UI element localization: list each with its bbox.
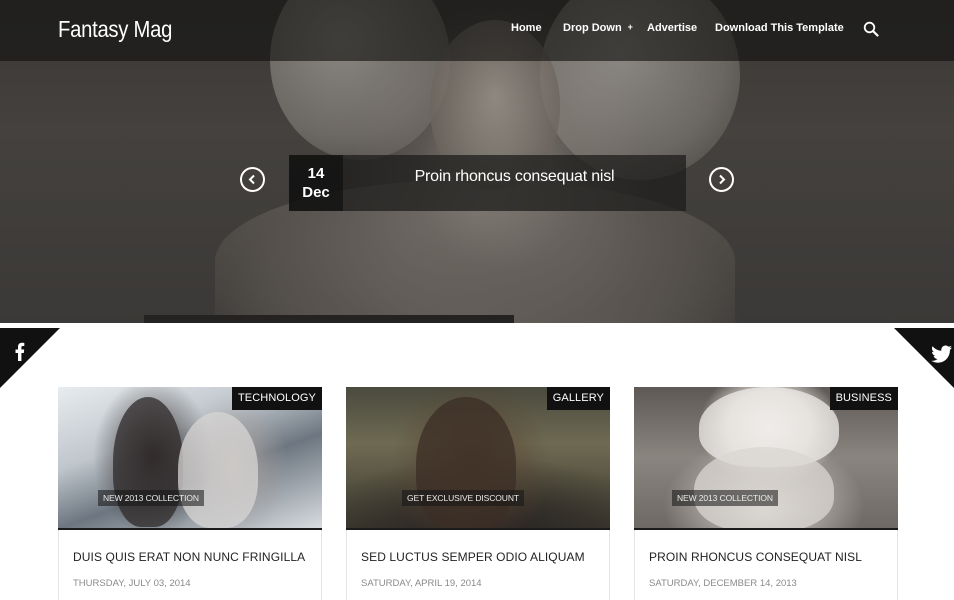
- thumbnail-figure: [416, 397, 516, 528]
- site-logo[interactable]: Fantasy Mag: [58, 16, 172, 43]
- thumbnail-figure: [694, 447, 834, 528]
- post-title[interactable]: SED LUCTUS SEMPER ODIO ALIQUAM: [361, 550, 601, 564]
- slide-date-month: Dec: [302, 184, 330, 201]
- nav-item-advertise[interactable]: Advertise: [647, 22, 697, 34]
- twitter-share-button[interactable]: [894, 328, 954, 388]
- site-header: Fantasy Mag Home Drop Down + Advertise Do…: [0, 0, 954, 61]
- post-title[interactable]: DUIS QUIS ERAT NON NUNC FRINGILLA: [73, 550, 313, 564]
- post-thumbnail[interactable]: TECHNOLOGY NEW 2013 COLLECTION: [58, 387, 322, 530]
- image-overlay-label: NEW 2013 COLLECTION: [672, 490, 778, 506]
- nav-item-label: Download This Template: [715, 22, 844, 34]
- slider-prev-button[interactable]: [240, 167, 265, 192]
- image-overlay-label: GET EXCLUSIVE DISCOUNT: [402, 490, 524, 506]
- post-date: SATURDAY, DECEMBER 14, 2013: [649, 578, 797, 589]
- facebook-share-button[interactable]: [0, 328, 60, 388]
- slide-title[interactable]: Proin rhoncus consequat nisl: [343, 155, 686, 199]
- slider-next-button[interactable]: [709, 167, 734, 192]
- slider-progress-bar: [144, 315, 514, 323]
- post-date: THURSDAY, JULY 03, 2014: [73, 578, 191, 589]
- nav-item-label: Drop Down: [563, 22, 622, 34]
- post-card[interactable]: BUSINESS NEW 2013 COLLECTION PROIN RHONC…: [634, 387, 898, 600]
- thumbnail-figure: [113, 397, 183, 527]
- nav-item-label: Advertise: [647, 22, 698, 34]
- slide-date-box: 14 Dec: [289, 155, 343, 211]
- post-thumbnail[interactable]: GALLERY GET EXCLUSIVE DISCOUNT: [346, 387, 610, 530]
- slide-date-day: 14: [307, 165, 325, 182]
- slide-caption[interactable]: 14 Dec Proin rhoncus consequat nisl: [289, 155, 686, 211]
- category-badge[interactable]: TECHNOLOGY: [231, 387, 322, 410]
- post-card[interactable]: TECHNOLOGY NEW 2013 COLLECTION DUIS QUIS…: [58, 387, 322, 600]
- post-title[interactable]: PROIN RHONCUS CONSEQUAT NISL: [649, 550, 889, 564]
- post-thumbnail[interactable]: BUSINESS NEW 2013 COLLECTION: [634, 387, 898, 530]
- nav-item-label: Home: [511, 22, 542, 34]
- category-badge[interactable]: BUSINESS: [829, 387, 898, 410]
- category-badge[interactable]: GALLERY: [546, 387, 610, 410]
- thumbnail-figure: [178, 412, 258, 528]
- nav-item-drop-down[interactable]: Drop Down +: [563, 22, 633, 34]
- chevron-left-icon: [248, 174, 255, 185]
- search-icon[interactable]: [863, 21, 879, 37]
- nav-item-download-template[interactable]: Download This Template: [715, 22, 844, 34]
- dropdown-caret-icon: +: [627, 22, 633, 32]
- nav-item-home[interactable]: Home: [511, 22, 542, 34]
- post-card[interactable]: GALLERY GET EXCLUSIVE DISCOUNT SED LUCTU…: [346, 387, 610, 600]
- chevron-right-icon: [719, 174, 726, 185]
- image-overlay-label: NEW 2013 COLLECTION: [98, 490, 204, 506]
- post-date: SATURDAY, APRIL 19, 2014: [361, 578, 482, 589]
